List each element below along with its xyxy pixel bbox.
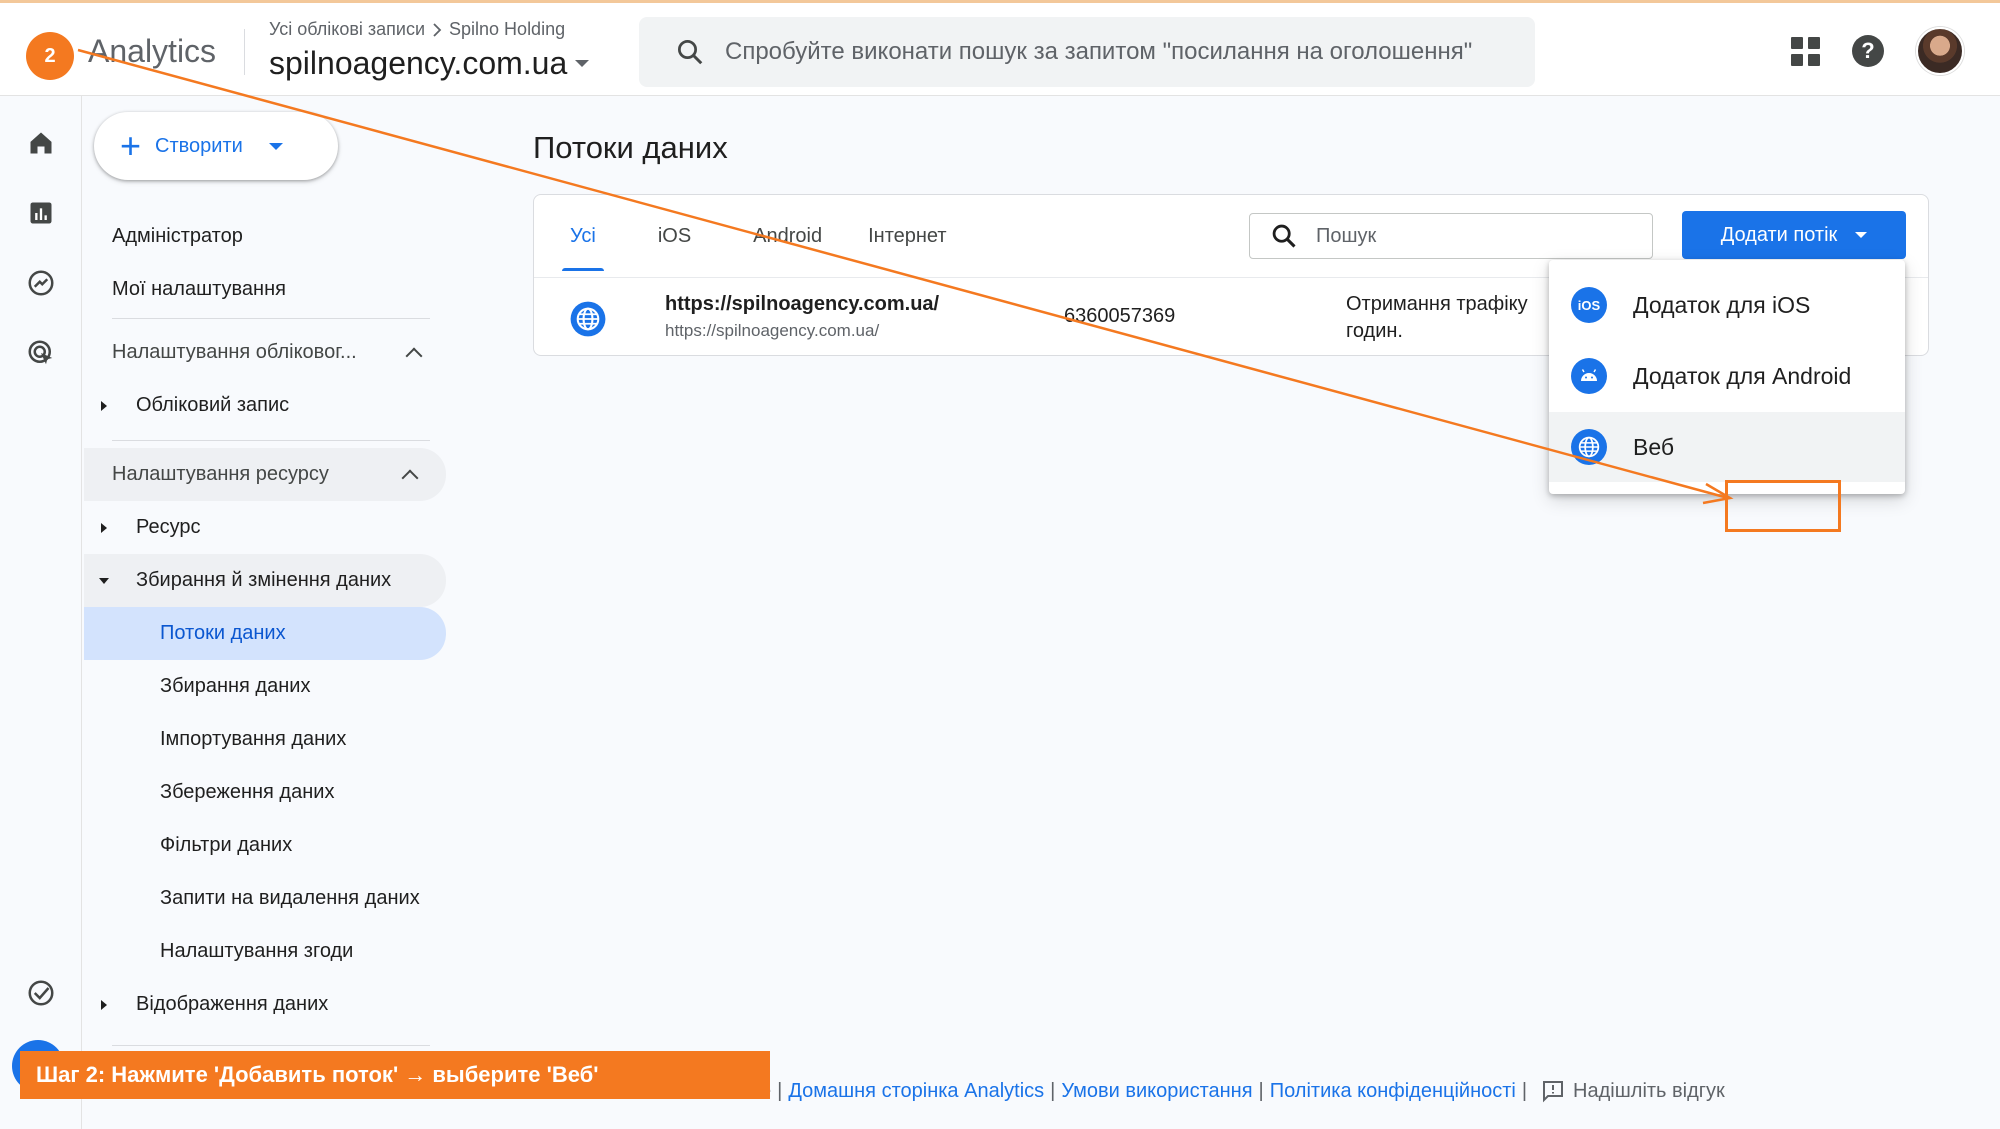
checkmark-circle-icon[interactable] bbox=[24, 976, 58, 1010]
divider bbox=[112, 1045, 430, 1046]
collapse-arrow-icon bbox=[99, 577, 109, 584]
resource-label: Ресурс bbox=[136, 516, 201, 538]
nav-account[interactable]: Обліковий запис bbox=[84, 379, 289, 432]
avatar[interactable] bbox=[1916, 27, 1964, 75]
chevron-up-icon bbox=[401, 469, 419, 487]
footer: e | Домашня сторінка Analytics | Умови в… bbox=[760, 1079, 1725, 1103]
footer-separator: | bbox=[777, 1079, 783, 1102]
menu-item-label: Додаток для Android bbox=[1633, 362, 1852, 389]
ios-icon: iOS bbox=[1571, 287, 1607, 323]
stream-tabs: Усі iOS Android Інтернет bbox=[554, 221, 963, 271]
tab-all[interactable]: Усі bbox=[554, 221, 612, 271]
nav-my-settings[interactable]: Мої налаштування bbox=[84, 263, 286, 316]
menu-item-ios[interactable]: iOS Додаток для iOS bbox=[1549, 270, 1905, 340]
apps-grid-icon[interactable] bbox=[1791, 36, 1820, 66]
search-icon bbox=[1272, 224, 1296, 248]
nav-property-settings-header[interactable]: Налаштування ресурсу bbox=[84, 448, 446, 501]
explore-icon[interactable] bbox=[24, 266, 58, 300]
stream-title[interactable]: https://spilnoagency.com.ua/ bbox=[665, 293, 939, 316]
divider bbox=[112, 440, 430, 441]
add-stream-button[interactable]: Додати потік bbox=[1682, 211, 1906, 259]
tab-web[interactable]: Інтернет bbox=[852, 221, 962, 271]
menu-item-android[interactable]: Додаток для Android bbox=[1549, 341, 1905, 411]
nav-resource[interactable]: Ресурс bbox=[84, 501, 200, 554]
streams-search[interactable]: Пошук bbox=[1249, 213, 1653, 259]
nav-data-import[interactable]: Імпортування даних bbox=[84, 713, 346, 766]
property-selector[interactable]: spilnoagency.com.ua bbox=[269, 45, 590, 82]
top-actions: ? bbox=[1791, 27, 1964, 75]
app-name: Analytics bbox=[88, 33, 217, 69]
menu-item-label: Веб bbox=[1633, 433, 1675, 460]
step-badge: 2 bbox=[26, 32, 74, 80]
tutorial-highlight-box bbox=[1725, 480, 1841, 532]
footer-separator: | bbox=[1050, 1079, 1056, 1102]
caret-down-icon bbox=[1855, 232, 1868, 238]
header-divider bbox=[244, 29, 245, 75]
left-rail bbox=[0, 96, 82, 1129]
nav-data-retention[interactable]: Збереження даних bbox=[84, 766, 334, 819]
search-placeholder: Спробуйте виконати пошук за запитом "пос… bbox=[725, 38, 1473, 65]
breadcrumb[interactable]: Усі облікові записи Spilno Holding bbox=[269, 19, 565, 40]
account-label: Обліковий запис bbox=[136, 394, 290, 416]
expand-arrow-icon bbox=[101, 522, 107, 533]
nav-data-filters[interactable]: Фільтри даних bbox=[84, 819, 292, 872]
home-icon[interactable] bbox=[24, 126, 58, 160]
reports-icon[interactable] bbox=[24, 196, 58, 230]
caret-down-icon bbox=[268, 142, 283, 150]
feedback-icon bbox=[1543, 1081, 1564, 1103]
footer-separator: | bbox=[1521, 1079, 1528, 1102]
expand-arrow-icon bbox=[101, 400, 107, 411]
feedback-label: Надішліть відгук bbox=[1573, 1079, 1725, 1102]
caret-down-icon bbox=[575, 60, 590, 67]
breadcrumb-account[interactable]: Spilno Holding bbox=[449, 19, 565, 40]
help-icon[interactable]: ? bbox=[1852, 35, 1884, 67]
nav-data-collection-sub[interactable]: Збирання даних bbox=[84, 660, 310, 713]
tutorial-banner: Шаг 2: Нажмите 'Добавить поток' → выбери… bbox=[20, 1051, 770, 1099]
nav-account-settings-header[interactable]: Налаштування обліковог... bbox=[84, 326, 450, 379]
stream-status: Отримання трафіку годин. bbox=[1346, 293, 1528, 342]
plus-icon: + bbox=[120, 125, 142, 166]
nav-data-collection[interactable]: Збирання й змінення даних bbox=[84, 554, 446, 607]
stream-url: https://spilnoagency.com.ua/ bbox=[665, 321, 880, 340]
menu-item-web[interactable]: Веб bbox=[1549, 412, 1905, 482]
add-stream-menu: iOS Додаток для iOS Додаток для Android … bbox=[1549, 260, 1905, 494]
nav-data-streams[interactable]: Потоки даних bbox=[84, 607, 446, 660]
breadcrumb-accounts[interactable]: Усі облікові записи bbox=[269, 19, 425, 40]
footer-terms-link[interactable]: Умови використання bbox=[1061, 1080, 1252, 1103]
menu-item-label: Додаток для iOS bbox=[1633, 291, 1811, 318]
tab-android[interactable]: Android bbox=[737, 221, 838, 271]
streams-search-placeholder: Пошук bbox=[1316, 224, 1377, 247]
nav-data-display[interactable]: Відображення даних bbox=[84, 978, 328, 1031]
chevron-up-icon bbox=[405, 347, 423, 365]
expand-arrow-icon bbox=[101, 999, 107, 1010]
data-collection-label: Збирання й змінення даних bbox=[136, 569, 392, 591]
account-settings-label: Налаштування обліковог... bbox=[112, 341, 357, 363]
feedback-button[interactable]: Надішліть відгук bbox=[1541, 1079, 1725, 1103]
page-title: Потоки даних bbox=[533, 130, 728, 165]
data-display-label: Відображення даних bbox=[136, 993, 329, 1015]
globe-icon bbox=[569, 300, 607, 343]
create-button[interactable]: + Створити bbox=[94, 112, 338, 180]
create-label: Створити bbox=[155, 134, 243, 157]
add-stream-label: Додати потік bbox=[1720, 223, 1838, 246]
footer-privacy-link[interactable]: Політика конфіденційності bbox=[1270, 1080, 1516, 1103]
top-bar: Analytics Усі облікові записи Spilno Hol… bbox=[0, 0, 2000, 96]
global-search[interactable]: Спробуйте виконати пошук за запитом "пос… bbox=[639, 17, 1535, 87]
footer-home-link[interactable]: Домашня сторінка Analytics bbox=[788, 1080, 1044, 1103]
nav-consent-settings[interactable]: Налаштування згоди bbox=[84, 925, 353, 978]
divider bbox=[112, 318, 430, 319]
property-name: spilnoagency.com.ua bbox=[269, 45, 568, 81]
tab-ios[interactable]: iOS bbox=[642, 221, 707, 271]
footer-separator: | bbox=[1258, 1079, 1264, 1102]
chevron-right-icon bbox=[433, 22, 442, 37]
android-icon bbox=[1571, 358, 1607, 394]
search-icon bbox=[678, 40, 703, 65]
property-settings-label: Налаштування ресурсу bbox=[112, 463, 329, 485]
stream-id: 6360057369 bbox=[1064, 305, 1176, 327]
globe-icon bbox=[1571, 429, 1607, 465]
advertising-icon[interactable] bbox=[24, 336, 58, 370]
nav-admin[interactable]: Адміністратор bbox=[84, 210, 243, 263]
nav-deletion-requests[interactable]: Запити на видалення даних bbox=[84, 872, 420, 925]
